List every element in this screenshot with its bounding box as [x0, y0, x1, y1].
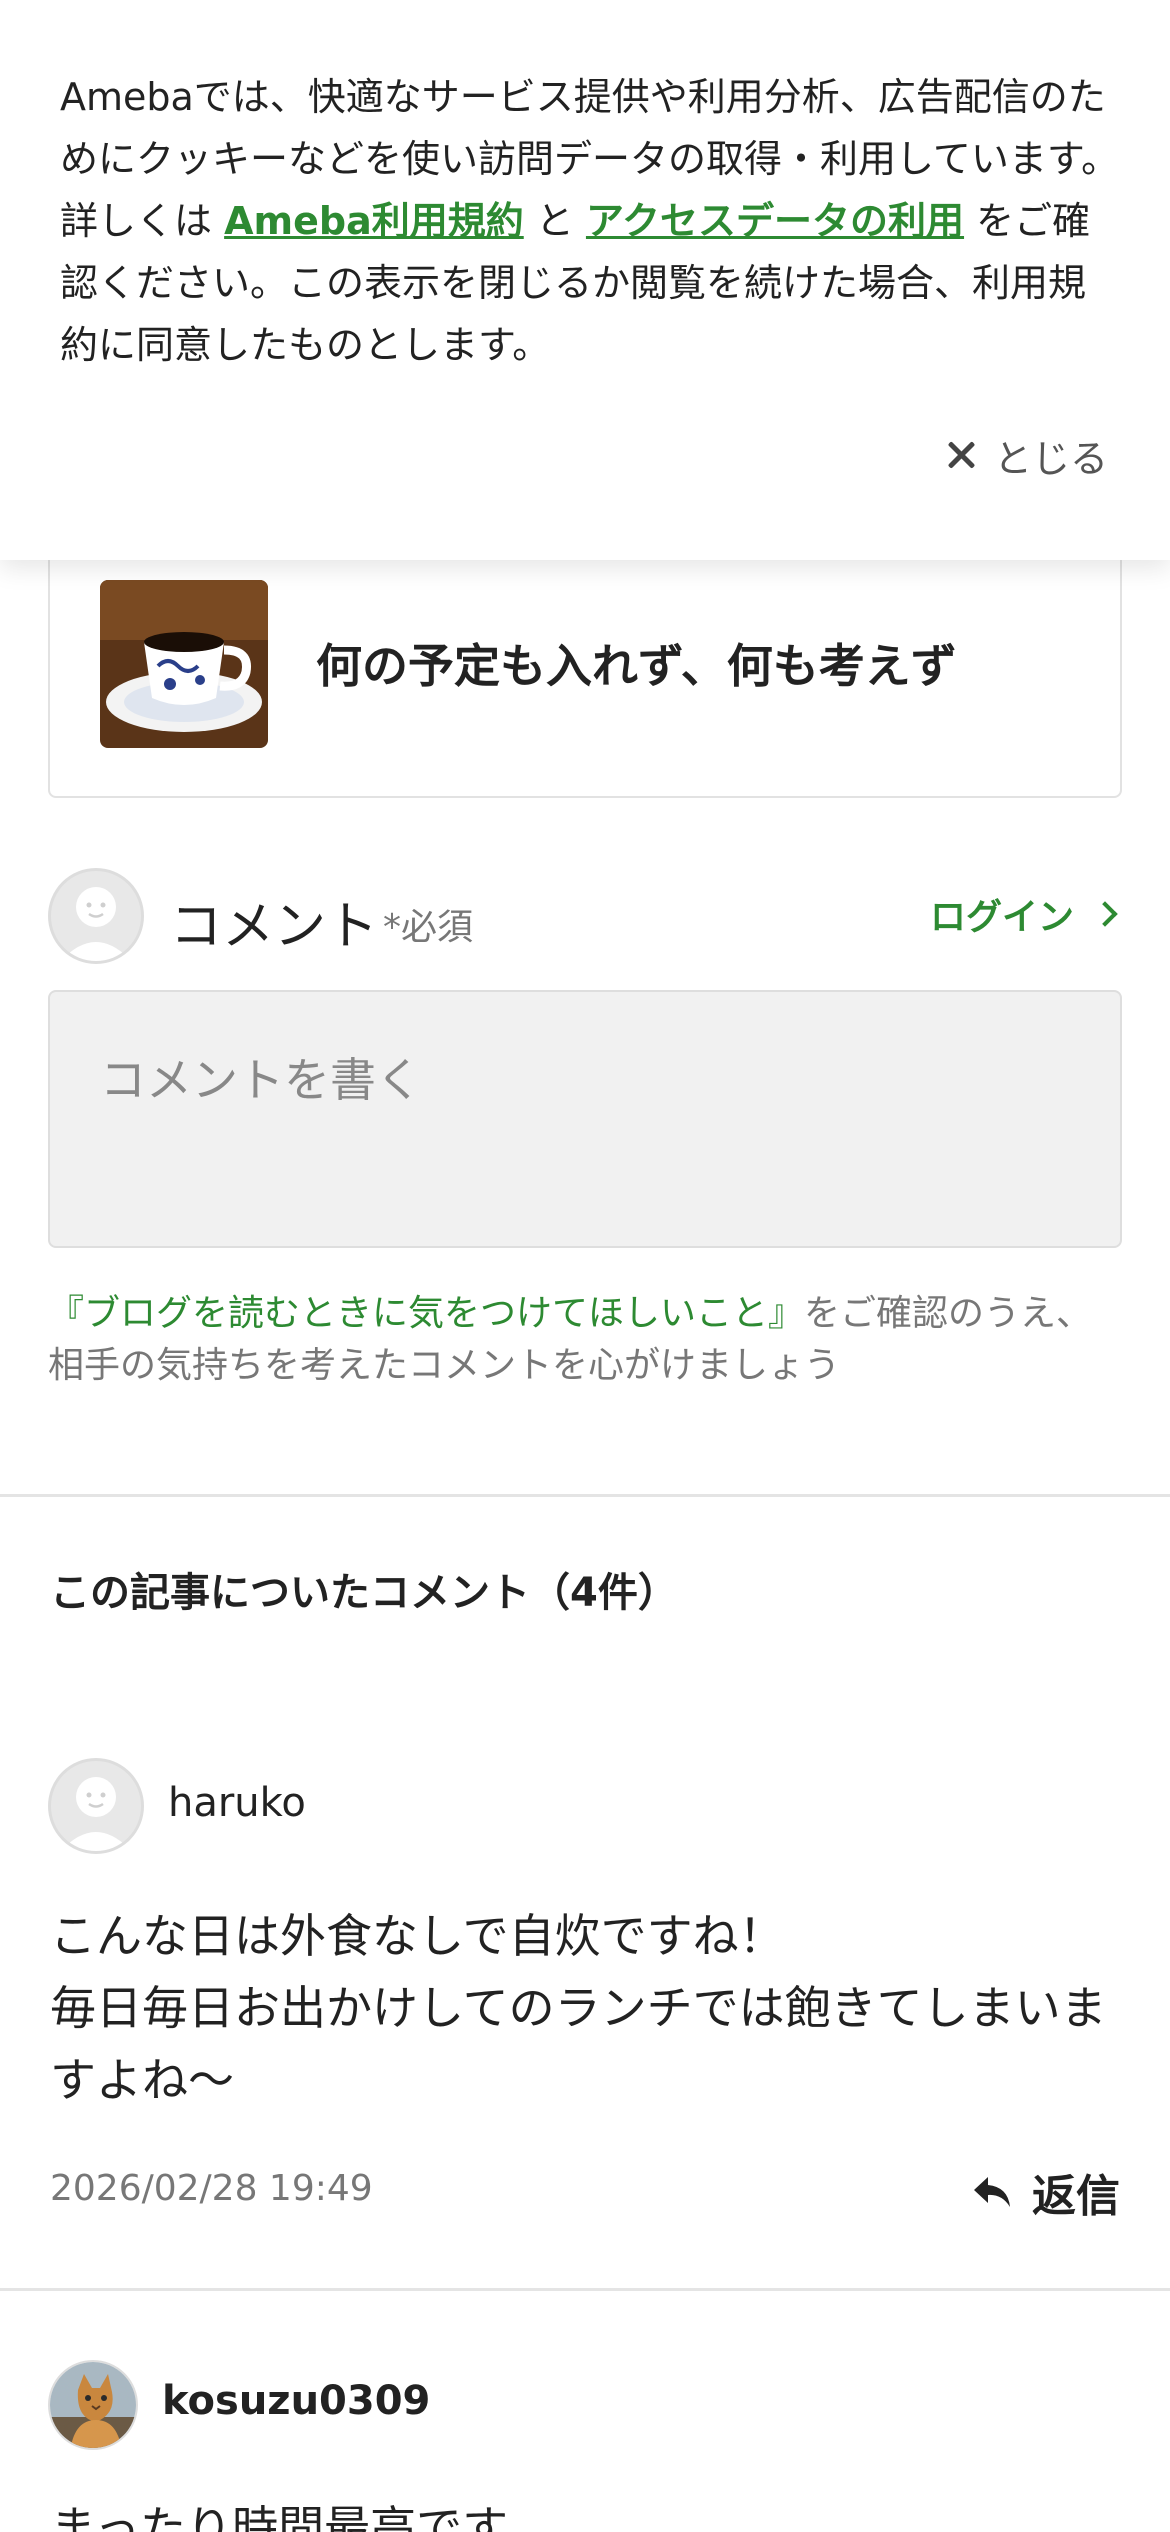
comment-body-line: 毎日毎日お出かけしてのランチでは飽きてしまいますよね〜: [50, 1981, 1107, 2107]
terms-link[interactable]: Ameba利用規約: [224, 199, 524, 243]
comment-avatar[interactable]: [48, 1758, 144, 1854]
cookie-banner: Amebaでは、快適なサービス提供や利用分析、広告配信のためにクッキーなどを使い…: [0, 0, 1170, 560]
chevron-right-icon: [1092, 901, 1118, 927]
comment-body: こんな日は外食なしで自炊ですね！ 毎日毎日お出かけしてのランチでは飽きてしまいま…: [50, 1900, 1130, 2116]
default-avatar-icon: [60, 1777, 132, 1851]
login-link[interactable]: ログイン: [929, 888, 1118, 940]
page: 何の予定も入れず、何も考えず コメント *必須 ログイン 『ブログを読むときに気…: [0, 0, 1170, 2532]
comment-author[interactable]: haruko: [168, 1780, 306, 1826]
section-divider: [0, 1494, 1170, 1497]
post-card[interactable]: 何の予定も入れず、何も考えず: [48, 520, 1122, 798]
cookie-close-label: とじる: [993, 436, 1108, 481]
comments-heading: この記事についたコメント（4件）: [50, 1570, 678, 1616]
comment-avatar[interactable]: [48, 2360, 138, 2450]
post-title[interactable]: 何の予定も入れず、何も考えず: [316, 630, 957, 696]
comment-divider: [0, 2288, 1170, 2291]
comment-guideline: 『ブログを読むときに気をつけてほしいこと』をご確認のうえ、相手の気持ちを考えたコ…: [48, 1288, 1128, 1392]
comment-body: まったり時間最高です: [50, 2492, 1130, 2532]
guest-avatar: [48, 868, 144, 964]
required-mark: *必須: [383, 907, 474, 948]
comment-label: コメント: [170, 897, 379, 957]
reply-label: 返信: [1032, 2171, 1120, 2222]
cookie-connector: と: [535, 199, 574, 243]
login-label: ログイン: [929, 897, 1074, 938]
cookie-text: Amebaでは、快適なサービス提供や利用分析、広告配信のためにクッキーなどを使い…: [60, 66, 1120, 376]
comment-body-line: こんな日は外食なしで自炊ですね！: [50, 1909, 785, 1963]
comment-input[interactable]: [48, 990, 1122, 1248]
default-avatar-icon: [60, 887, 132, 961]
comment-body-line: まったり時間最高です: [50, 2501, 509, 2532]
access-data-link[interactable]: アクセスデータの利用: [586, 199, 964, 243]
reply-button[interactable]: 返信: [972, 2160, 1120, 2224]
cookie-close-button[interactable]: とじる: [946, 420, 1108, 490]
guideline-link[interactable]: 『ブログを読むときに気をつけてほしいこと』: [48, 1293, 804, 1334]
comment-date: 2026/02/28 19:49: [50, 2168, 373, 2209]
reply-icon: [974, 2177, 1010, 2207]
post-thumbnail: [100, 580, 268, 748]
close-icon: [946, 440, 976, 470]
cat-avatar-icon: [50, 2362, 136, 2448]
coffee-cup-photo: [100, 580, 268, 748]
comment-author[interactable]: kosuzu0309: [162, 2378, 430, 2424]
